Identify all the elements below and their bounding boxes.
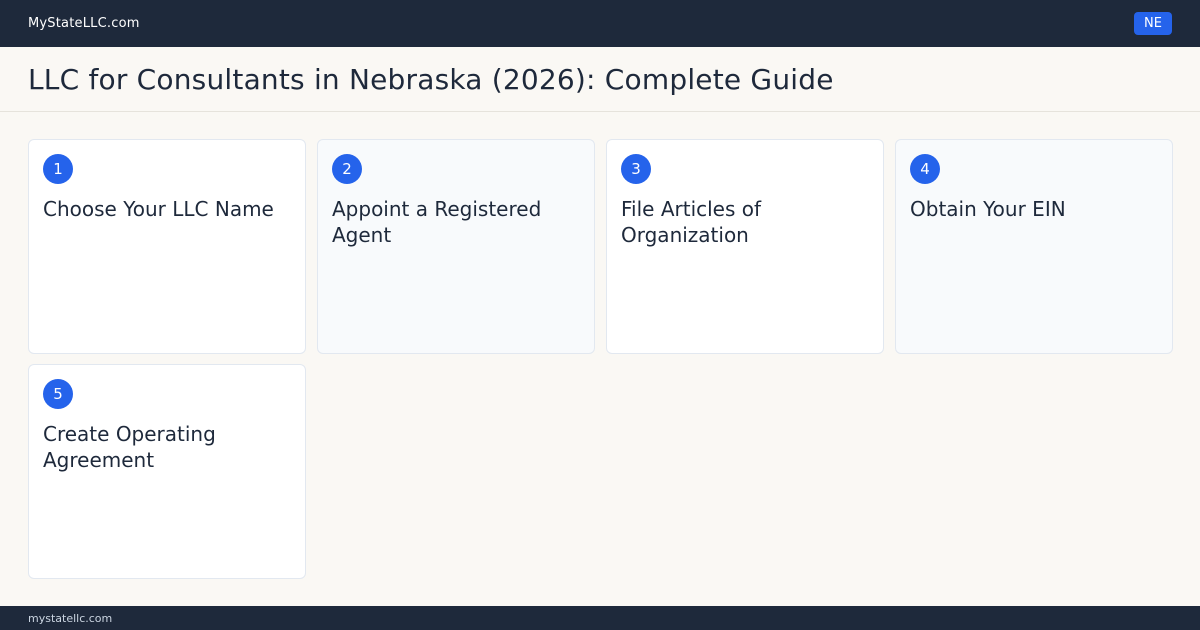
step-title: File Articles of Organization xyxy=(621,197,762,247)
step-number-badge: 1 xyxy=(43,154,73,184)
step-card-4[interactable]: 4 Obtain Your EIN xyxy=(895,139,1173,354)
step-title: Appoint a Registered Agent xyxy=(332,197,542,247)
step-card-2[interactable]: 2 Appoint a Registered Agent xyxy=(317,139,595,354)
state-badge[interactable]: NE xyxy=(1134,12,1172,35)
site-logo-text[interactable]: MyStateLLC.com xyxy=(28,16,140,31)
step-number-badge: 2 xyxy=(332,154,362,184)
step-title: Create Operating Agreement xyxy=(43,422,216,472)
step-number-badge: 5 xyxy=(43,379,73,409)
top-bar: MyStateLLC.com NE xyxy=(0,0,1200,47)
footer-bar: mystatellc.com xyxy=(0,606,1200,630)
footer-domain[interactable]: mystatellc.com xyxy=(28,612,112,625)
title-bar: LLC for Consultants in Nebraska (2026): … xyxy=(0,47,1200,112)
step-card-1[interactable]: 1 Choose Your LLC Name xyxy=(28,139,306,354)
step-number-badge: 4 xyxy=(910,154,940,184)
step-card-3[interactable]: 3 File Articles of Organization xyxy=(606,139,884,354)
step-number-badge: 3 xyxy=(621,154,651,184)
page-title: LLC for Consultants in Nebraska (2026): … xyxy=(28,62,834,96)
steps-grid: 1 Choose Your LLC Name 2 Appoint a Regis… xyxy=(28,139,1173,579)
step-title: Choose Your LLC Name xyxy=(43,197,274,221)
step-title: Obtain Your EIN xyxy=(910,197,1066,221)
step-card-5[interactable]: 5 Create Operating Agreement xyxy=(28,364,306,579)
